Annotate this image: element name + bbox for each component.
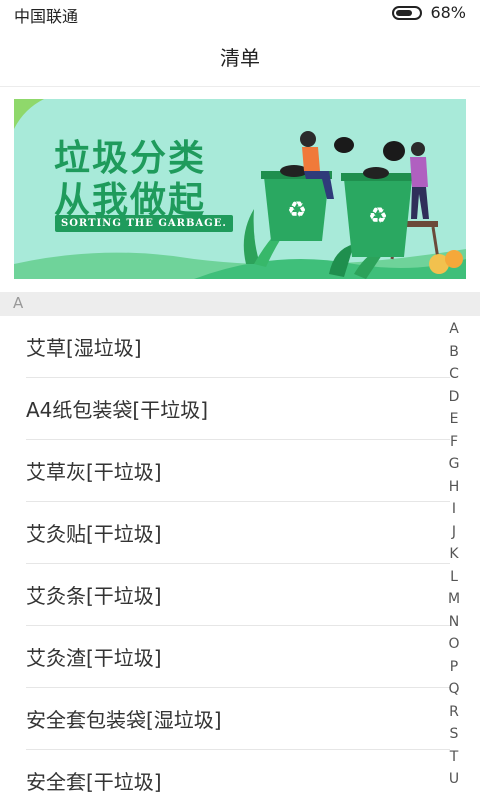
alphabet-index[interactable]: A B C D E F G H I J K L M N O P Q R S T … (444, 318, 464, 791)
list-item[interactable]: 艾灸条[干垃圾] (26, 564, 450, 626)
list-item-label: A4纸包装袋[干垃圾] (26, 398, 209, 422)
index-letter[interactable]: S (450, 723, 459, 746)
list-item[interactable]: 艾草灰[干垃圾] (26, 440, 450, 502)
index-letter[interactable]: N (449, 611, 459, 634)
list-item-label: 艾灸渣[干垃圾] (26, 646, 162, 670)
index-letter[interactable]: A (449, 318, 459, 341)
index-letter[interactable]: O (448, 633, 459, 656)
index-letter[interactable]: P (450, 656, 458, 679)
list-item[interactable]: 安全套[干垃圾] (26, 750, 450, 811)
index-letter[interactable]: U (449, 768, 459, 791)
list-item[interactable]: 艾草[湿垃圾] (26, 316, 450, 378)
garbage-list: 艾草[湿垃圾] A4纸包装袋[干垃圾] 艾草灰[干垃圾] 艾灸贴[干垃圾] 艾灸… (0, 316, 450, 811)
battery-indicator: 68% (392, 3, 466, 22)
list-item[interactable]: 艾灸贴[干垃圾] (26, 502, 450, 564)
index-letter[interactable]: L (450, 566, 458, 589)
index-letter[interactable]: I (452, 498, 456, 521)
index-letter[interactable]: Q (448, 678, 459, 701)
index-letter[interactable]: H (449, 476, 460, 499)
title-bar: 清单 (0, 26, 480, 87)
list-item-label: 安全套包装袋[湿垃圾] (26, 708, 222, 732)
index-letter[interactable]: G (449, 453, 460, 476)
status-bar: 中国联通 68% (0, 0, 480, 26)
banner-tagline: SORTING THE GARBAGE. (55, 215, 233, 232)
list-item-label: 安全套[干垃圾] (26, 770, 162, 794)
page-title: 清单 (220, 45, 260, 70)
battery-icon (392, 5, 423, 20)
index-letter[interactable]: C (449, 363, 459, 386)
list-item-label: 艾草[湿垃圾] (26, 336, 142, 360)
banner-image[interactable]: ♻ ♻ 垃圾分类 从我做起 SORTING THE GARBAGE. (14, 99, 466, 279)
list-item-label: 艾灸贴[干垃圾] (26, 522, 162, 546)
section-header: A (0, 292, 480, 316)
index-letter[interactable]: J (452, 521, 456, 544)
list-item[interactable]: A4纸包装袋[干垃圾] (26, 378, 450, 440)
index-letter[interactable]: R (449, 701, 459, 724)
list-item[interactable]: 安全套包装袋[湿垃圾] (26, 688, 450, 750)
index-letter[interactable]: F (450, 431, 458, 454)
index-letter[interactable]: T (450, 746, 459, 769)
index-letter[interactable]: D (449, 386, 460, 409)
list-item-label: 艾灸条[干垃圾] (26, 584, 162, 608)
index-letter[interactable]: B (449, 341, 459, 364)
battery-percentage: 68% (430, 3, 466, 22)
list-item[interactable]: 艾灸渣[干垃圾] (26, 626, 450, 688)
index-letter[interactable]: K (449, 543, 458, 566)
svg-text:♻: ♻ (368, 204, 388, 229)
svg-text:♻: ♻ (287, 198, 307, 223)
section-letter: A (13, 294, 24, 312)
list-item-label: 艾草灰[干垃圾] (26, 460, 162, 484)
index-letter[interactable]: M (448, 588, 460, 611)
carrier-name: 中国联通 (14, 7, 79, 26)
index-letter[interactable]: E (450, 408, 459, 431)
